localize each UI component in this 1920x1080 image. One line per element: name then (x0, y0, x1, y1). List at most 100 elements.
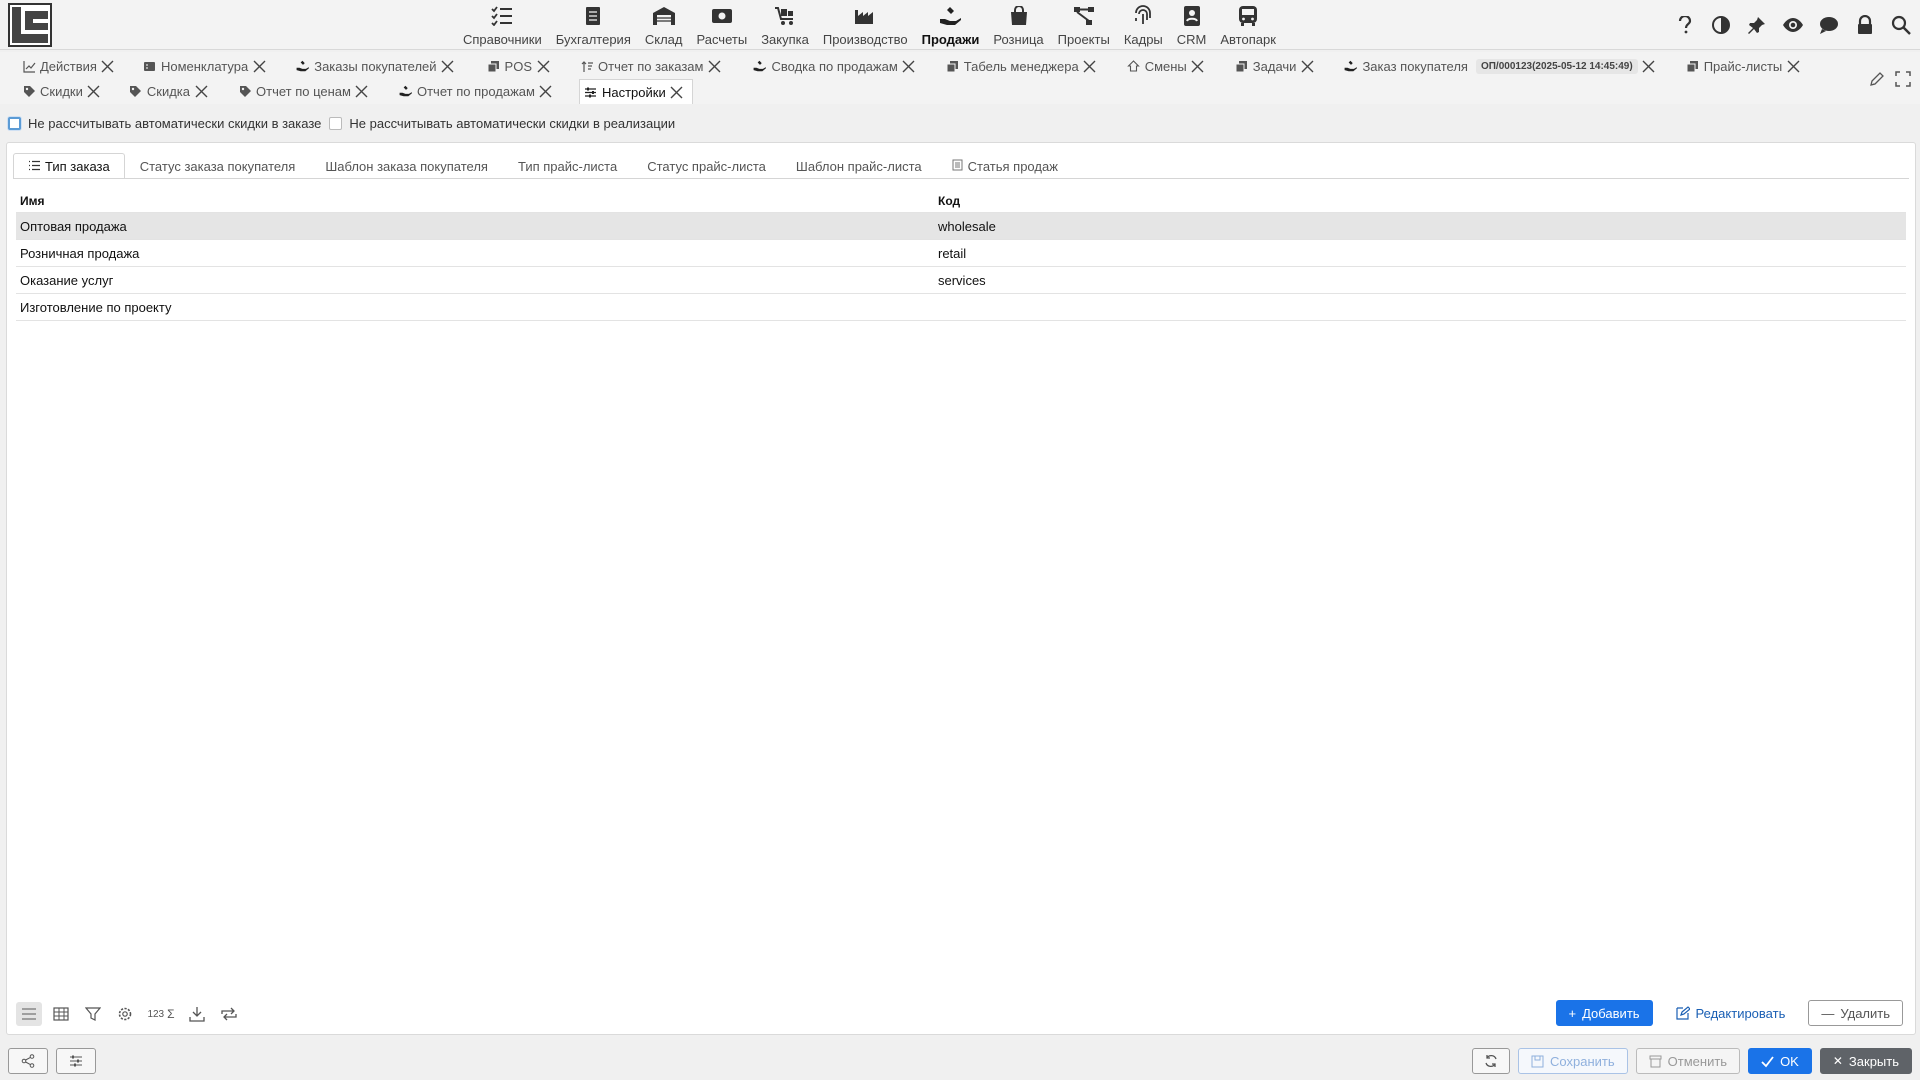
doc-tab-row1-7[interactable]: Смены (1123, 54, 1213, 79)
checkbox-no-auto-discount-realization[interactable] (329, 116, 343, 130)
menu-item-1[interactable]: Бухгалтерия (549, 0, 638, 50)
option-no-auto-discount-realization[interactable]: Не рассчитывать автоматически скидки в р… (329, 116, 675, 131)
menu-item-3[interactable]: Расчеты (689, 0, 754, 50)
gear-icon[interactable] (112, 1002, 138, 1026)
close-button[interactable]: ✕ Закрыть (1819, 1048, 1912, 1074)
menu-item-9[interactable]: Кадры (1117, 0, 1170, 50)
menu-item-7[interactable]: Розница (986, 0, 1050, 50)
tag-icon (238, 84, 252, 98)
doc-tab-row2-4[interactable]: Настройки (578, 79, 693, 104)
chat-icon[interactable] (1816, 12, 1842, 38)
doc-tab-row1-3[interactable]: POS (483, 54, 558, 79)
subtab-2[interactable]: Шаблон заказа покупателя (310, 153, 503, 179)
settings-toggle-button[interactable] (56, 1048, 96, 1074)
doc-tab-row1-2[interactable]: Заказы покупателей (292, 54, 462, 79)
doc-tab-row2-2[interactable]: Отчет по ценам (234, 79, 377, 104)
close-icon[interactable] (1786, 60, 1800, 74)
doc-tab-row1-10[interactable]: Прайс-листы (1682, 54, 1809, 79)
download-icon[interactable] (184, 1002, 210, 1026)
subtab-3[interactable]: Тип прайс-листа (503, 153, 632, 179)
settings-options: Не рассчитывать автоматически скидки в з… (8, 113, 683, 133)
menu-item-2[interactable]: Склад (638, 0, 690, 50)
close-icon[interactable] (441, 60, 455, 74)
menu-item-5[interactable]: Производство (816, 0, 915, 50)
close-icon[interactable] (355, 85, 369, 99)
close-icon[interactable] (194, 85, 208, 99)
edit-button[interactable]: Редактировать (1663, 1000, 1799, 1026)
menu-item-4[interactable]: Закупка (754, 0, 816, 50)
eye-icon[interactable] (1780, 12, 1806, 38)
subtab-5[interactable]: Шаблон прайс-листа (781, 153, 937, 179)
close-icon[interactable] (1191, 60, 1205, 74)
close-icon[interactable] (707, 60, 721, 74)
option-no-auto-discount-order[interactable]: Не рассчитывать автоматически скидки в з… (8, 116, 321, 131)
document-tabs-row-1: Действия Номенклатура Заказы покупателей PO… (18, 54, 1808, 79)
column-header-name[interactable]: Имя (16, 194, 934, 208)
subtab-0[interactable]: Тип заказа (13, 153, 125, 179)
checkbox-no-auto-discount-order[interactable] (8, 116, 21, 130)
menu-item-6[interactable]: Продажи (915, 0, 987, 50)
subtab-6[interactable]: Статья продаж (937, 153, 1073, 179)
save-button[interactable]: Сохранить (1518, 1048, 1628, 1074)
pin-icon[interactable] (1744, 12, 1770, 38)
subtab-label: Статья продаж (967, 158, 1058, 174)
column-header-code[interactable]: Код (934, 194, 1906, 208)
app-logo[interactable] (8, 3, 52, 47)
menu-item-11[interactable]: Автопарк (1213, 0, 1283, 50)
settings-panel: Тип заказа Статус заказа покупателя Шаблон… (6, 142, 1916, 1035)
close-icon[interactable] (101, 60, 115, 74)
share-button[interactable] (8, 1048, 48, 1074)
table-row[interactable]: Розничная продажа retail (16, 240, 1906, 267)
doc-tab-row1-4[interactable]: Отчет по заказам (576, 54, 729, 79)
close-icon[interactable] (1642, 60, 1656, 74)
ok-button[interactable]: OK (1748, 1048, 1812, 1074)
doc-tab-row2-1[interactable]: Скидка (125, 79, 216, 104)
pencil-icon[interactable] (1868, 70, 1886, 88)
subtab-1[interactable]: Статус заказа покупателя (125, 153, 311, 179)
fullscreen-icon[interactable] (1894, 70, 1912, 88)
doc-tab-row1-1[interactable]: Номенклатура (139, 54, 274, 79)
close-icon[interactable] (536, 60, 550, 74)
close-icon[interactable] (1300, 60, 1314, 74)
totals-icon[interactable]: 123 Σ (144, 1002, 178, 1026)
table-row[interactable]: Оптовая продажа wholesale (16, 213, 1906, 240)
contrast-icon[interactable] (1708, 12, 1734, 38)
doc-tab-label: Действия (40, 59, 97, 74)
menu-item-10[interactable]: CRM (1170, 0, 1214, 50)
doc-tab-row1-9[interactable]: Заказ покупателя ОП/000123(2025-05-12 14:… (1340, 54, 1663, 79)
help-icon[interactable] (1672, 12, 1698, 38)
menu-item-8[interactable]: Проекты (1051, 0, 1117, 50)
doc-tab-row1-8[interactable]: Задачи (1231, 54, 1323, 79)
refresh-button[interactable] (1472, 1048, 1511, 1074)
close-icon[interactable] (902, 60, 916, 74)
menu-item-0[interactable]: Справочники (456, 0, 549, 50)
delete-button[interactable]: — Удалить (1808, 1000, 1903, 1026)
add-button[interactable]: + Добавить (1555, 1000, 1653, 1026)
footer-actions: Сохранить Отменить OK ✕ Закрыть (1472, 1048, 1912, 1074)
doc-tab-row2-0[interactable]: Скидки (18, 79, 109, 104)
doc-tab-label: Настройки (601, 84, 666, 100)
repeat-icon[interactable] (216, 1002, 242, 1026)
doc-tab-label: Скидка (146, 84, 191, 99)
cancel-button[interactable]: Отменить (1635, 1048, 1741, 1074)
table-row[interactable]: Оказание услуг services (16, 267, 1906, 294)
table-row[interactable]: Изготовление по проекту (16, 294, 1906, 321)
lock-icon[interactable] (1852, 12, 1878, 38)
cart-icon (774, 4, 796, 28)
search-icon[interactable] (1888, 12, 1914, 38)
close-icon[interactable] (670, 85, 684, 99)
doc-tab-row2-3[interactable]: Отчет по продажам (395, 79, 561, 104)
subtab-4[interactable]: Статус прайс-листа (632, 153, 781, 179)
close-icon[interactable] (252, 60, 266, 74)
close-icon[interactable] (1083, 60, 1097, 74)
doc-tab-row1-5[interactable]: Сводка по продажам (749, 54, 923, 79)
filter-icon[interactable] (80, 1002, 106, 1026)
close-icon[interactable] (87, 85, 101, 99)
cancel-button-label: Отменить (1667, 1053, 1728, 1069)
document-tabs: Действия Номенклатура Заказы покупателей PO… (0, 52, 1920, 104)
list-view-icon[interactable] (16, 1002, 42, 1026)
doc-tab-row1-0[interactable]: Действия (18, 54, 123, 79)
close-icon[interactable] (539, 85, 553, 99)
doc-tab-row1-6[interactable]: Табель менеджера (942, 54, 1105, 79)
table-view-icon[interactable] (48, 1002, 74, 1026)
